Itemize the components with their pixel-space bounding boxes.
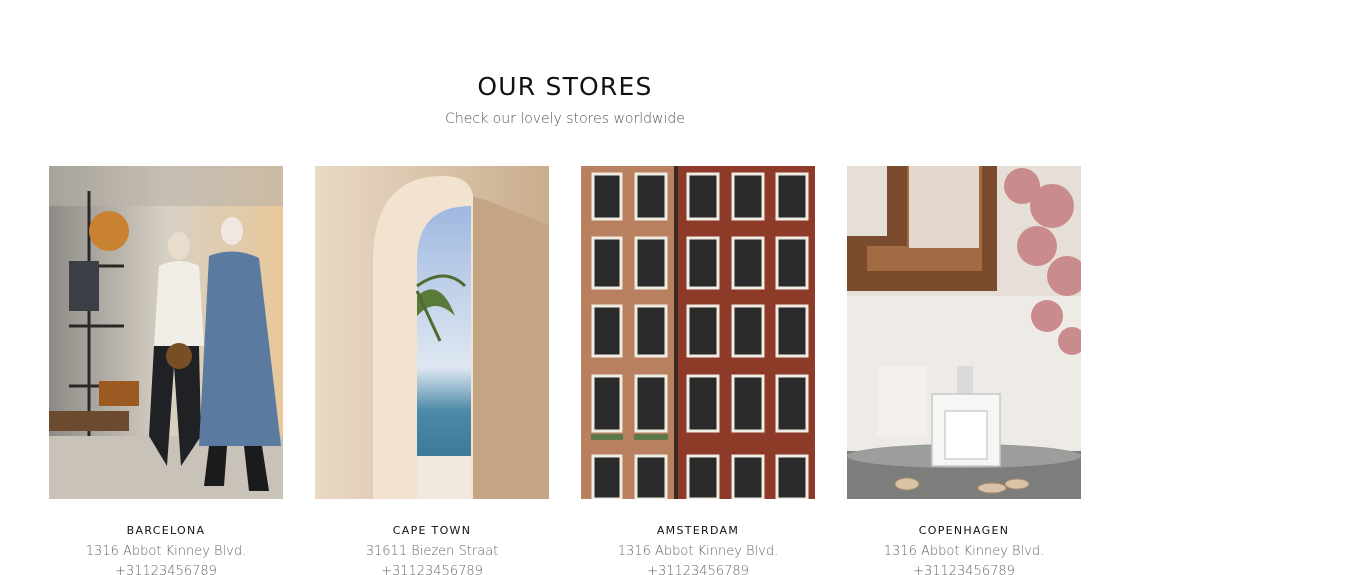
store-phone[interactable]: +31123456789 <box>315 564 549 575</box>
store-card-amsterdam[interactable]: AMSTERDAM 1316 Abbot Kinney Blvd. +31123… <box>581 166 815 575</box>
canal-house-photo <box>581 166 815 499</box>
store-phone[interactable]: +31123456789 <box>847 564 1081 575</box>
store-image-cape-town[interactable] <box>315 166 549 499</box>
store-image-copenhagen[interactable] <box>847 166 1081 499</box>
store-image-barcelona[interactable] <box>49 166 283 499</box>
perfume-bottle-photo <box>847 166 1081 499</box>
store-address: 31611 Biezen Straat <box>365 544 499 559</box>
section-title: OUR STORES <box>477 72 653 101</box>
boutique-window-photo <box>49 166 283 499</box>
store-card-cape-town[interactable]: CAPE TOWN 31611 Biezen Straat +311234567… <box>315 166 549 575</box>
stores-section: OUR STORES Check our lovely stores world… <box>0 0 1354 575</box>
store-name: AMSTERDAM <box>656 524 740 537</box>
store-name: COPENHAGEN <box>918 524 1010 537</box>
store-address: 1316 Abbot Kinney Blvd. <box>883 544 1045 559</box>
store-phone[interactable]: +31123456789 <box>49 564 283 575</box>
store-phone[interactable]: +31123456789 <box>581 564 815 575</box>
section-subtitle: Check our lovely stores worldwide <box>445 111 685 127</box>
store-card-copenhagen[interactable]: COPENHAGEN 1316 Abbot Kinney Blvd. +3112… <box>847 166 1081 575</box>
arched-doorway-photo <box>315 166 549 499</box>
store-image-amsterdam[interactable] <box>581 166 815 499</box>
store-card-barcelona[interactable]: BARCELONA 1316 Abbot Kinney Blvd. +31123… <box>49 166 283 575</box>
store-address: 1316 Abbot Kinney Blvd. <box>85 544 247 559</box>
store-address: 1316 Abbot Kinney Blvd. <box>617 544 779 559</box>
store-name: CAPE TOWN <box>392 524 472 537</box>
store-name: BARCELONA <box>126 524 206 537</box>
